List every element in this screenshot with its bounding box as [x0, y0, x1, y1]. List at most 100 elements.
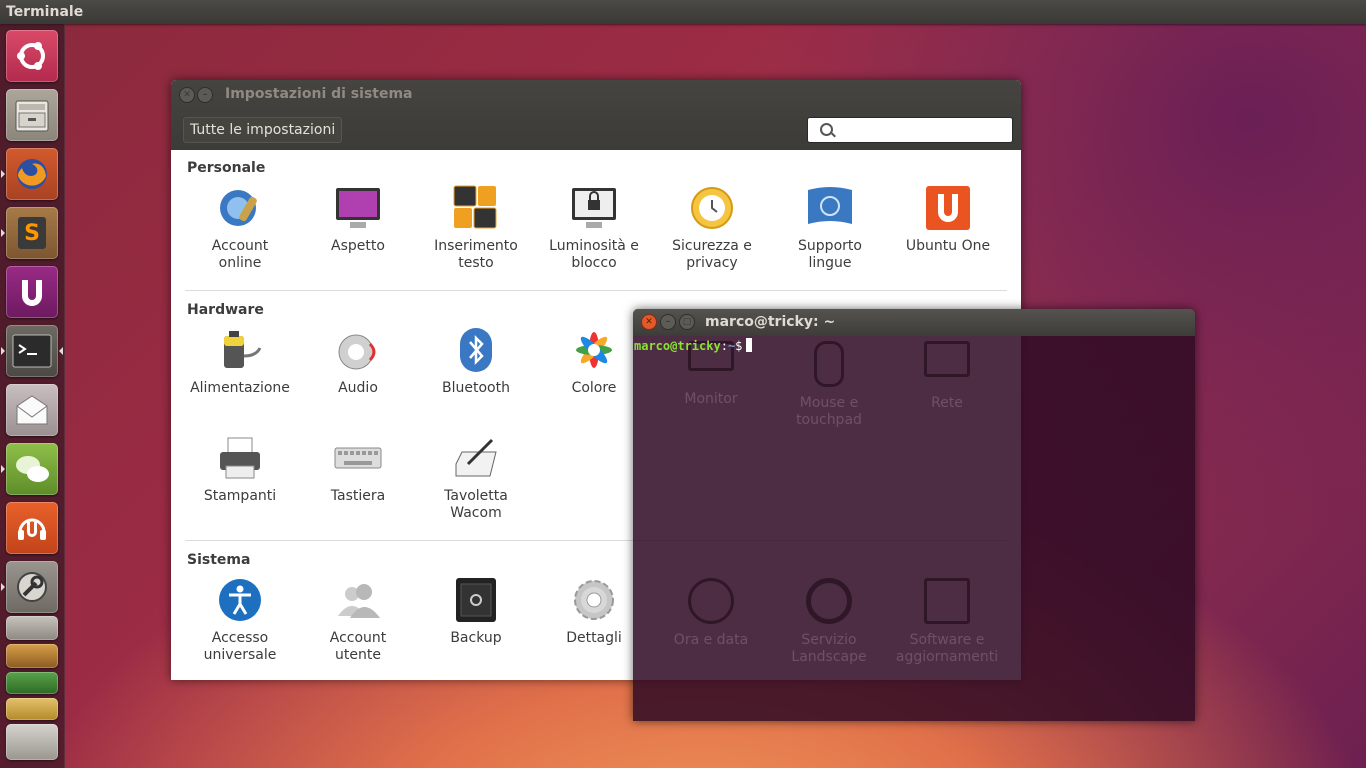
- settings-window-title: Impostazioni di sistema: [225, 86, 413, 102]
- settings-item-label: Supporto lingue: [798, 238, 862, 271]
- terminal-button[interactable]: [6, 325, 58, 377]
- firefox-icon: [17, 159, 47, 189]
- settings-item-label: Rete: [931, 395, 963, 411]
- terminal-prompt[interactable]: marco@tricky:~$: [634, 338, 753, 353]
- settings-item-supporto-lingue[interactable]: Supporto lingue: [771, 184, 889, 272]
- lock-screen-icon: [570, 184, 618, 232]
- app-stack-button[interactable]: [6, 672, 58, 694]
- running-indicator: [1, 583, 5, 591]
- settings-item-label: Bluetooth: [442, 380, 510, 396]
- settings-item-label: Ubuntu One: [905, 238, 991, 254]
- settings-item-inserimento-testo[interactable]: Inserimento testo: [417, 184, 535, 272]
- user-accounts-icon: [334, 576, 382, 624]
- all-settings-button[interactable]: Tutte le impostazioni: [183, 117, 343, 143]
- settings-item-accesso-universale[interactable]: Accesso universale: [181, 576, 299, 664]
- settings-item-backup[interactable]: Backup: [417, 576, 535, 647]
- ubuntu-software-center-button[interactable]: [6, 266, 58, 318]
- minimize-button[interactable]: –: [660, 314, 676, 330]
- settings-item-label: Tastiera: [330, 488, 386, 504]
- maximize-button[interactable]: □: [679, 314, 695, 330]
- ubuntu-one-music-button[interactable]: [6, 502, 58, 554]
- settings-item-luminosita-blocco[interactable]: Luminosità e blocco: [535, 184, 653, 272]
- search-icon: [820, 123, 833, 136]
- privacy-clock-icon: [688, 184, 736, 232]
- app-stack-button[interactable]: [6, 724, 58, 760]
- prompt-symbol: $: [735, 339, 743, 353]
- text-cursor: [746, 338, 753, 352]
- color-flower-icon: [570, 326, 618, 374]
- settings-item-label: Sicurezza e privacy: [672, 238, 752, 271]
- active-window-title: Terminale: [6, 4, 84, 20]
- software-updates-icon: [924, 578, 970, 624]
- settings-item-aspetto[interactable]: Aspetto: [299, 184, 417, 255]
- search-input[interactable]: [807, 117, 1013, 143]
- settings-titlebar[interactable]: ✕ – Impostazioni di sistema Tutte le imp…: [171, 80, 1021, 150]
- close-button[interactable]: ✕: [641, 314, 657, 330]
- appearance-monitor-icon: [334, 184, 382, 232]
- settings-item-alimentazione[interactable]: Alimentazione: [181, 326, 299, 397]
- settings-item-account-utente[interactable]: Account utente: [299, 576, 417, 664]
- settings-item-servizio-landscape: Servizio Landscape: [770, 578, 888, 666]
- ubuntu-software-icon: [22, 280, 42, 306]
- close-button[interactable]: ✕: [179, 87, 195, 103]
- sublime-text-button[interactable]: S: [6, 207, 58, 259]
- settings-item-label: Mouse e touchpad: [796, 395, 862, 428]
- settings-item-tavoletta-wacom[interactable]: Tavoletta Wacom: [417, 434, 535, 522]
- prompt-user: marco@tricky: [634, 339, 721, 353]
- ubuntu-one-icon: [924, 184, 972, 232]
- settings-item-audio[interactable]: Audio: [299, 326, 417, 397]
- settings-item-label: Accesso universale: [203, 630, 277, 663]
- settings-item-sicurezza-privacy[interactable]: Sicurezza e privacy: [653, 184, 771, 272]
- app-stack-button[interactable]: [6, 616, 58, 640]
- settings-item-label: Servizio Landscape: [791, 632, 867, 665]
- chat-bubbles-icon: [16, 456, 49, 482]
- settings-item-label: Monitor: [684, 391, 738, 407]
- file-manager-button[interactable]: [6, 89, 58, 141]
- settings-item-stampanti[interactable]: Stampanti: [181, 434, 299, 505]
- settings-item-rete: Rete: [888, 341, 1006, 412]
- terminal-titlebar[interactable]: ✕ – □ marco@tricky: ~: [633, 309, 1195, 336]
- ubuntu-dash-button[interactable]: [6, 30, 58, 82]
- terminal-window[interactable]: ✕ – □ marco@tricky: ~ Monitor Mouse e to…: [633, 309, 1195, 721]
- settings-item-software-aggiornamenti: Software e aggiornamenti: [888, 578, 1006, 666]
- settings-item-label: Backup: [450, 630, 502, 646]
- speaker-icon: [334, 326, 382, 374]
- accessibility-icon: [216, 576, 264, 624]
- settings-item-label: Account online: [211, 238, 269, 271]
- firefox-button[interactable]: [6, 148, 58, 200]
- settings-item-label: Luminosità e blocco: [549, 238, 639, 271]
- app-stack-button[interactable]: [6, 698, 58, 720]
- terminal-icon: [12, 334, 52, 368]
- empathy-chat-button[interactable]: [6, 443, 58, 495]
- section-title-hardware: Hardware: [187, 302, 264, 318]
- section-title-personale: Personale: [187, 160, 266, 176]
- settings-item-label: Aspetto: [331, 238, 385, 254]
- minimize-button[interactable]: –: [197, 87, 213, 103]
- printer-icon: [216, 434, 264, 482]
- settings-item-bluetooth[interactable]: Bluetooth: [417, 326, 535, 397]
- settings-item-label: Ora e data: [673, 632, 749, 648]
- file-cabinet-icon: [15, 100, 49, 132]
- mail-button[interactable]: [6, 384, 58, 436]
- settings-item-label: Account utente: [329, 630, 387, 663]
- section-title-sistema: Sistema: [187, 552, 251, 568]
- landscape-icon: [806, 578, 852, 624]
- svg-text:S: S: [24, 221, 40, 246]
- app-stack-button[interactable]: [6, 644, 58, 668]
- running-indicator: [1, 347, 5, 355]
- running-indicator: [1, 465, 5, 473]
- settings-item-label: Software e aggiornamenti: [895, 632, 999, 665]
- section-divider: [185, 290, 1007, 291]
- settings-item-label: Alimentazione: [190, 380, 290, 396]
- drawing-tablet-icon: [452, 434, 500, 482]
- wrench-gear-icon: [17, 572, 47, 602]
- ubuntu-logo-icon: [17, 42, 45, 70]
- settings-item-tastiera[interactable]: Tastiera: [299, 434, 417, 505]
- system-tools-button[interactable]: [6, 561, 58, 613]
- settings-item-account-online[interactable]: Account online: [181, 184, 299, 272]
- focused-indicator: [59, 347, 63, 355]
- settings-item-ubuntu-one[interactable]: Ubuntu One: [889, 184, 1007, 255]
- prompt-separator: :: [720, 339, 728, 353]
- settings-item-label: Stampanti: [203, 488, 277, 504]
- terminal-title: marco@tricky: ~: [705, 314, 836, 330]
